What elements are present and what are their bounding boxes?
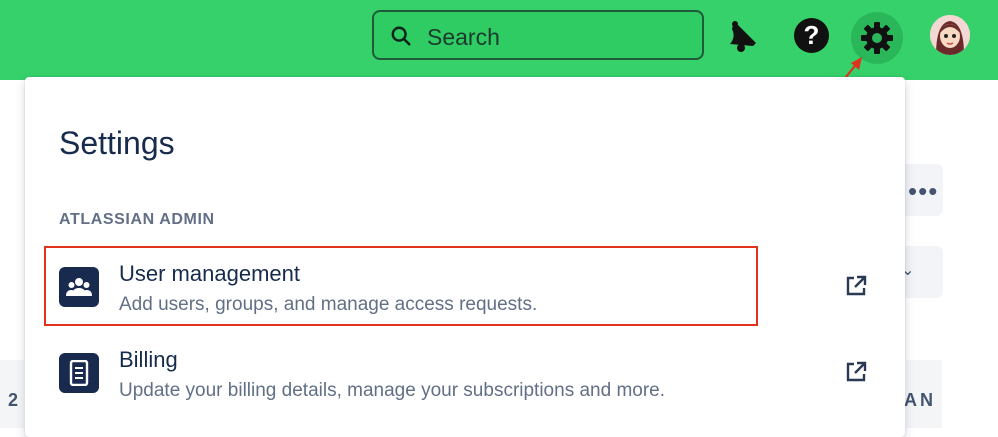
external-link-icon[interactable]	[844, 360, 868, 384]
search-box[interactable]: Search	[372, 10, 704, 60]
settings-dropdown-panel: Settings ATLASSIAN ADMIN User management…	[25, 77, 905, 437]
avatar[interactable]	[930, 15, 970, 55]
panel-title: Settings	[59, 125, 175, 161]
section-label: ATLASSIAN ADMIN	[59, 211, 215, 228]
menu-item-description: Update your billing details, manage your…	[119, 380, 666, 401]
bell-icon[interactable]	[726, 17, 760, 53]
background-text-right: AN	[904, 390, 936, 410]
avatar-illustration	[930, 15, 970, 55]
billing-document-icon	[59, 353, 99, 393]
menu-item-billing[interactable]: Billing Update your billing details, man…	[49, 335, 867, 419]
search-placeholder: Search	[427, 24, 500, 50]
search-icon	[391, 26, 411, 46]
external-link-icon[interactable]	[844, 274, 868, 298]
help-icon[interactable]: ?	[794, 18, 829, 53]
more-icon: •••	[908, 176, 939, 206]
menu-item-title: User management	[119, 261, 300, 286]
background-text-left: 2	[8, 390, 19, 410]
menu-item-title: Billing	[119, 347, 178, 372]
gear-icon	[861, 22, 893, 54]
menu-item-user-management[interactable]: User management Add users, groups, and m…	[44, 246, 867, 333]
users-icon	[59, 267, 99, 307]
menu-item-description: Add users, groups, and manage access req…	[119, 294, 538, 315]
help-glyph: ?	[803, 20, 820, 50]
